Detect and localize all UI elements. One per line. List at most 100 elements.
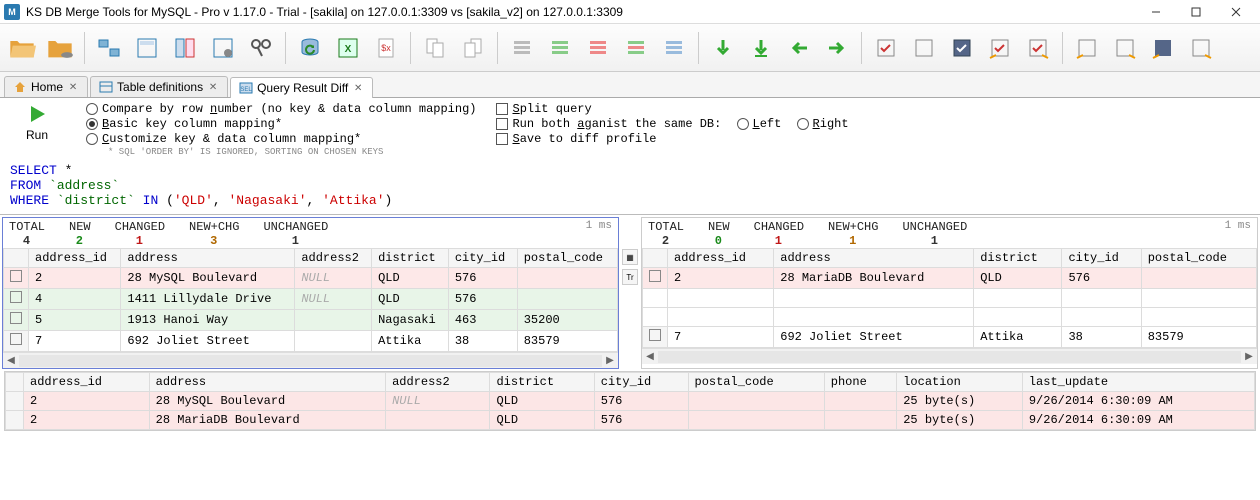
row-checkbox[interactable] <box>10 333 22 345</box>
table-row[interactable]: 228 MySQL BoulevardNULLQLD576 <box>4 268 618 289</box>
svg-text:SEL: SEL <box>240 87 252 93</box>
tool-text-icon[interactable]: Tr <box>622 269 638 285</box>
minimize-button[interactable] <box>1136 1 1176 23</box>
label-right: Right <box>813 117 849 131</box>
filter-new-icon[interactable] <box>544 32 576 64</box>
open-db-icon[interactable] <box>44 32 76 64</box>
table-row[interactable]: 51913 Hanoi WayNagasaki46335200 <box>4 310 618 331</box>
left-timing: 1 ms <box>586 220 612 232</box>
apply-solid-icon[interactable] <box>1147 32 1179 64</box>
filter-total-icon[interactable] <box>506 32 538 64</box>
apply-left-icon[interactable] <box>1071 32 1103 64</box>
results-split: TOTAL4 NEW2 CHANGED1 NEW+CHG3 UNCHANGED1… <box>0 215 1260 371</box>
refresh-db-icon[interactable] <box>294 32 326 64</box>
home-icon <box>13 80 27 94</box>
row-checkbox[interactable] <box>649 270 661 282</box>
document-tabs: Home ✕ Table definitions ✕ SEL Query Res… <box>0 72 1260 98</box>
table-compare-icon[interactable] <box>169 32 201 64</box>
tab-query-result-diff[interactable]: SEL Query Result Diff ✕ <box>230 77 373 98</box>
tab-home[interactable]: Home ✕ <box>4 76 88 97</box>
check-all-icon[interactable] <box>870 32 902 64</box>
filter-newchg-icon[interactable] <box>620 32 652 64</box>
table-row[interactable]: 7692 Joliet StreetAttika3883579 <box>643 327 1257 348</box>
table-row[interactable]: 228 MariaDB BoulevardQLD576 <box>643 268 1257 289</box>
check-save-to-diff-profile[interactable]: Save to diff profile <box>496 132 848 146</box>
main-toolbar: X $x <box>0 24 1260 72</box>
table-row[interactable] <box>643 308 1257 327</box>
table-row[interactable] <box>643 289 1257 308</box>
check-right-icon[interactable] <box>946 32 978 64</box>
find-icon[interactable] <box>245 32 277 64</box>
open-folder-icon[interactable] <box>6 32 38 64</box>
table-icon <box>99 80 113 94</box>
query-icon: SEL <box>239 81 253 95</box>
run-label: Run <box>26 128 48 142</box>
check-run-both-same-db[interactable] <box>496 118 508 130</box>
h-scrollbar[interactable]: ◀▶ <box>3 352 618 368</box>
apply-final-icon[interactable] <box>1185 32 1217 64</box>
app-icon: M <box>4 4 20 20</box>
tool-columns-icon[interactable]: ▦ <box>622 249 638 265</box>
middle-tools: ▦ Tr <box>621 215 639 371</box>
run-button[interactable] <box>25 102 49 126</box>
export-excel-icon[interactable]: X <box>332 32 364 64</box>
left-grid[interactable]: address_idaddressaddress2districtcity_id… <box>3 248 618 352</box>
sync-down2-icon[interactable] <box>745 32 777 64</box>
filter-changed-icon[interactable] <box>582 32 614 64</box>
maximize-button[interactable] <box>1176 1 1216 23</box>
sql-editor[interactable]: SELECT * FROM `address` WHERE `district`… <box>0 159 1260 215</box>
mapping-footnote: * SQL 'ORDER BY' IS IGNORED, SORTING ON … <box>108 147 476 157</box>
left-result-pane: TOTAL4 NEW2 CHANGED1 NEW+CHG3 UNCHANGED1… <box>2 217 619 369</box>
sync-left-icon[interactable] <box>783 32 815 64</box>
tab-label: Home <box>31 80 63 94</box>
table-row[interactable]: 41411 Lillydale DriveNULLQLD576 <box>4 289 618 310</box>
right-timing: 1 ms <box>1225 220 1251 232</box>
radio-customize-mapping[interactable]: Customize key & data column mapping* <box>86 132 476 146</box>
row-checkbox[interactable] <box>10 312 22 324</box>
label-left: Left <box>753 117 782 131</box>
row-checkbox[interactable] <box>10 291 22 303</box>
row-checkbox[interactable] <box>10 270 22 282</box>
title-bar: M KS DB Merge Tools for MySQL - Pro v 1.… <box>0 0 1260 24</box>
compare-schema-icon[interactable] <box>93 32 125 64</box>
table-row[interactable]: 7692 Joliet StreetAttika3883579 <box>4 331 618 352</box>
row-checkbox[interactable] <box>649 329 661 341</box>
check-merge-left-icon[interactable] <box>984 32 1016 64</box>
uncheck-all-icon[interactable] <box>908 32 940 64</box>
left-stats: TOTAL4 NEW2 CHANGED1 NEW+CHG3 UNCHANGED1… <box>3 218 618 248</box>
svg-text:$x: $x <box>381 43 391 53</box>
tab-table-definitions[interactable]: Table definitions ✕ <box>90 76 228 97</box>
window-title: KS DB Merge Tools for MySQL - Pro v 1.17… <box>26 5 1136 19</box>
tab-close-icon[interactable]: ✕ <box>67 81 79 93</box>
radio-right-db[interactable] <box>797 118 809 130</box>
tab-close-icon[interactable]: ✕ <box>352 82 364 94</box>
svg-text:X: X <box>345 44 352 55</box>
table-select-icon[interactable] <box>131 32 163 64</box>
merge-detail-grid[interactable]: address_idaddressaddress2districtcity_id… <box>4 371 1256 431</box>
copy-right-icon[interactable] <box>457 32 489 64</box>
tab-label: Table definitions <box>117 80 203 94</box>
radio-basic-key-mapping[interactable]: Basic key column mapping* <box>86 117 476 131</box>
label-run-both-same-db: Run both aganist the same DB: <box>512 117 721 131</box>
right-result-pane: TOTAL2 NEW0 CHANGED1 NEW+CHG1 UNCHANGED1… <box>641 217 1258 369</box>
h-scrollbar[interactable]: ◀▶ <box>642 348 1257 364</box>
close-button[interactable] <box>1216 1 1256 23</box>
table-settings-icon[interactable] <box>207 32 239 64</box>
copy-left-icon[interactable] <box>419 32 451 64</box>
query-options: Run Compare by row number (no key & data… <box>0 98 1260 159</box>
sync-down-icon[interactable] <box>707 32 739 64</box>
sync-right-icon[interactable] <box>821 32 853 64</box>
right-grid[interactable]: address_idaddressdistrictcity_idpostal_c… <box>642 248 1257 348</box>
radio-left-db[interactable] <box>737 118 749 130</box>
radio-compare-by-row-number[interactable]: Compare by row number (no key & data col… <box>86 102 476 116</box>
check-split-query[interactable]: Split query <box>496 102 848 116</box>
script-icon[interactable]: $x <box>370 32 402 64</box>
right-stats: TOTAL2 NEW0 CHANGED1 NEW+CHG1 UNCHANGED1… <box>642 218 1257 248</box>
filter-unchanged-icon[interactable] <box>658 32 690 64</box>
tab-close-icon[interactable]: ✕ <box>207 81 219 93</box>
apply-right-icon[interactable] <box>1109 32 1141 64</box>
check-merge-right-icon[interactable] <box>1022 32 1054 64</box>
table-row[interactable]: 228 MariaDB BoulevardQLD57625 byte(s)9/2… <box>6 411 1255 430</box>
tab-label: Query Result Diff <box>257 81 348 95</box>
table-row[interactable]: 228 MySQL BoulevardNULLQLD57625 byte(s)9… <box>6 392 1255 411</box>
